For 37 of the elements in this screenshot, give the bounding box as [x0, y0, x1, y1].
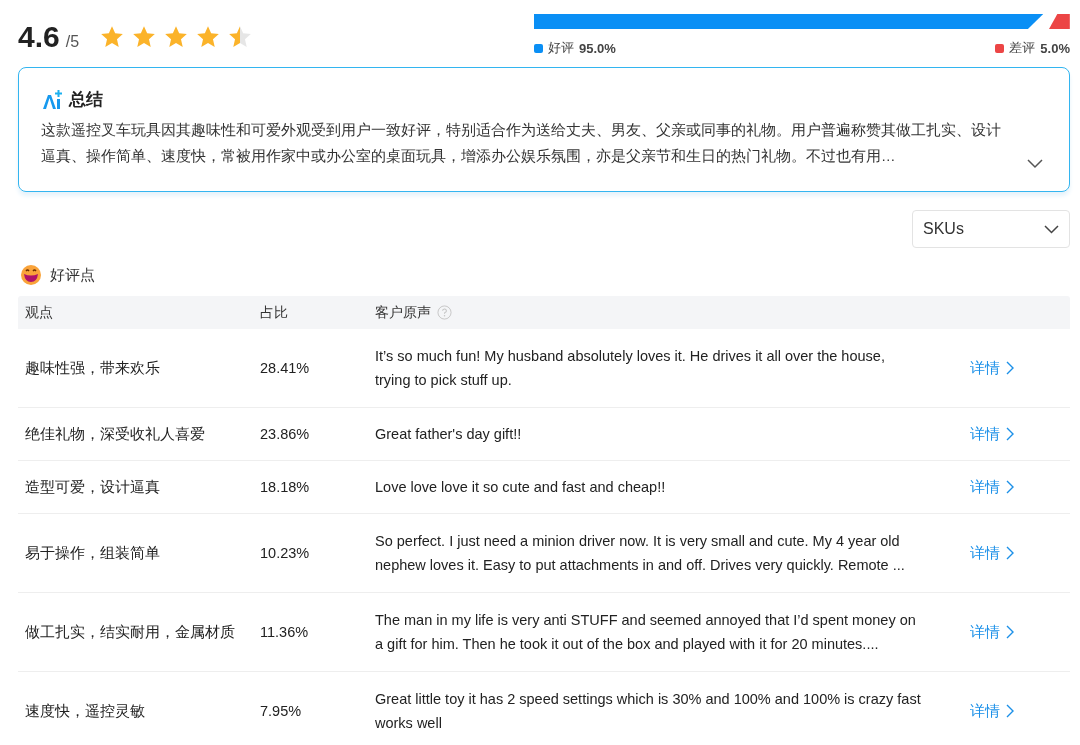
table-cell-text: 做工扎实，结实耐用，金属材质 — [25, 623, 235, 642]
column-header: 观点 — [25, 303, 53, 322]
table-cell-text: 18.18% — [260, 478, 310, 497]
section-title: 好评点 — [50, 265, 95, 285]
detail-link[interactable]: 详情 — [970, 477, 1014, 497]
detail-link[interactable]: 详情 — [970, 701, 1014, 721]
table-cell-text: 7.95% — [260, 702, 302, 721]
summary-text: 这款遥控叉车玩具因其趣味性和可爱外观受到用户一致好评，特别适合作为送给丈夫、男友、父亲或同事的礼物。用户普遍称赞其做工扎实、设计逼真、操作简单、速度快，常被用作家中或办公室的桌面玩具，增添办公娱乐氛围，亦是父亲节和生日的热门礼物。不过也有用… — [41, 121, 1002, 166]
sku-dropdown[interactable]: SKUs — [912, 210, 1070, 248]
customer-quote: So perfect. I just need a minion driver now. It is very small and cute. My 4 year old nephew loves it. Easy to put attachments in and off. Drives very quickly. Remote ... — [375, 532, 906, 575]
column-header: 客户原声 — [375, 303, 431, 322]
detail-link[interactable]: 详情 — [970, 543, 1014, 563]
legend-label: 好评 — [548, 39, 574, 57]
detail-link[interactable]: 详情 — [970, 358, 1014, 378]
table-cell-text: 速度快，遥控灵敏 — [25, 702, 145, 721]
table-cell-text: 绝佳礼物，深受收礼人喜爱 — [25, 425, 205, 444]
table-cell-text: 趣味性强，带来欢乐 — [25, 359, 160, 378]
customer-quote: Love love love it so cute and fast and cheap!! — [375, 478, 666, 497]
summary-title: 总结 — [69, 89, 103, 111]
legend-value: 5.0% — [1040, 40, 1070, 56]
table-cell-text: 23.86% — [260, 425, 310, 444]
customer-quote: Great little toy it has 2 speed settings which is 30% and 100% and 100% is crazy fast works well — [375, 690, 922, 733]
detail-link[interactable]: 详情 — [970, 424, 1014, 444]
table-cell-text: 11.36% — [260, 623, 309, 642]
detail-link[interactable]: 详情 — [970, 622, 1014, 642]
legend-label: 差评 — [1009, 39, 1036, 57]
rating-scale: /5 — [65, 33, 80, 51]
table-cell-text: 造型可爱，设计逼真 — [25, 478, 160, 497]
table-cell-text: 易于操作，组装简单 — [25, 544, 160, 563]
table-cell-text: 10.23% — [260, 544, 310, 563]
column-header: 占比 — [260, 303, 288, 322]
customer-quote: The man in my life is very anti STUFF and seemed annoyed that I’d spent money on a gift for him. Then he took it out of the box and played with it for 20 minutes.... — [375, 611, 917, 654]
legend-value: 95.0% — [579, 40, 616, 56]
table-cell-text: 28.41% — [260, 359, 310, 378]
customer-quote: It’s so much fun! My husband absolutely loves it. He drives it all over the house, trying to pick stuff up. — [375, 347, 886, 390]
rating-score: 4.6 — [18, 20, 60, 54]
customer-quote: Great father's day gift!! — [375, 425, 522, 444]
